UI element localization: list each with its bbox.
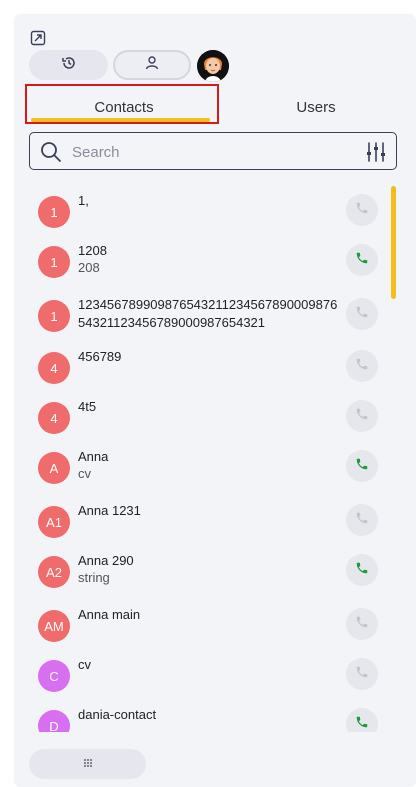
- drag-handle[interactable]: [29, 749, 146, 779]
- contact-row[interactable]: AM Anna main: [28, 606, 388, 656]
- phone-icon: [355, 561, 369, 580]
- call-button[interactable]: [346, 554, 378, 586]
- contact-row[interactable]: Ccv: [28, 656, 388, 706]
- grip-icon: [83, 757, 93, 771]
- tab-users[interactable]: Users: [220, 86, 412, 128]
- contact-subtitle: string: [78, 570, 110, 585]
- contact-row[interactable]: A Anna cv: [28, 448, 388, 498]
- contact-row[interactable]: 4 456789: [28, 348, 388, 398]
- contact-avatar: 4: [38, 402, 70, 434]
- contact-name: Anna 290: [78, 553, 134, 568]
- contact-row[interactable]: 1 123456789909876543211234567890009876543…: [28, 296, 388, 346]
- scrollbar[interactable]: [391, 186, 396, 731]
- history-icon: [61, 55, 77, 76]
- contact-row[interactable]: 4 4t5: [28, 398, 388, 448]
- call-button[interactable]: [346, 658, 378, 690]
- call-button[interactable]: [346, 400, 378, 432]
- call-button[interactable]: [346, 608, 378, 640]
- contact-name: Anna: [78, 449, 109, 464]
- phone-icon: [355, 251, 369, 270]
- call-button[interactable]: [346, 708, 378, 732]
- phone-icon: [355, 715, 369, 733]
- phone-icon: [355, 615, 369, 634]
- search-input[interactable]: [70, 140, 354, 164]
- contact-avatar: 1: [38, 196, 70, 228]
- phone-icon: [355, 357, 369, 376]
- tab-bar: Contacts Users: [25, 84, 412, 130]
- contact-list[interactable]: 1 1, 1 1208 208 1 1234567899098765432112345678…: [28, 182, 388, 732]
- contact-row[interactable]: 1 1208 208: [28, 242, 388, 292]
- person-icon: [144, 55, 160, 76]
- contact-avatar: 1: [38, 246, 70, 278]
- contact-avatar: A: [38, 452, 70, 484]
- call-button[interactable]: [346, 244, 378, 276]
- contact-subtitle: cv: [78, 466, 91, 481]
- phone-icon: [355, 201, 369, 220]
- call-button[interactable]: [346, 194, 378, 226]
- contacts-mode-button[interactable]: [113, 50, 191, 80]
- contact-avatar: A1: [38, 506, 70, 538]
- contact-row[interactable]: A1 Anna 1231: [28, 502, 388, 552]
- call-button[interactable]: [346, 298, 378, 330]
- contact-name: Anna 1231: [78, 503, 141, 518]
- contact-avatar: 1: [38, 300, 70, 332]
- contact-name: cv: [78, 657, 91, 672]
- contact-name: 1234567899098765432112345678900098765432…: [78, 297, 338, 330]
- contact-name: Anna main: [78, 607, 141, 622]
- contact-row[interactable]: Ddania-contact: [28, 706, 388, 732]
- phone-panel: Contacts Users 11,1120820811234567899098…: [14, 14, 416, 787]
- call-button[interactable]: [346, 450, 378, 482]
- contact-name: 1208: [78, 243, 107, 258]
- contact-name: 4t5: [78, 399, 97, 414]
- user-avatar[interactable]: [197, 50, 229, 82]
- contact-avatar: 4: [38, 352, 70, 384]
- call-button[interactable]: [346, 350, 378, 382]
- search-icon: [40, 141, 62, 163]
- contact-name: 1,: [78, 193, 89, 208]
- contact-subtitle: 208: [78, 260, 100, 275]
- contact-row[interactable]: A2 Anna 290 string: [28, 552, 388, 602]
- search-box: [29, 132, 397, 170]
- contact-avatar: C: [38, 660, 70, 692]
- contact-name: dania-contact: [78, 707, 157, 722]
- contact-avatar: A2: [38, 556, 70, 588]
- contact-avatar: D: [38, 710, 70, 732]
- tab-users-label: Users: [296, 98, 336, 116]
- contact-row[interactable]: 1 1,: [28, 192, 388, 242]
- contact-name: 456789: [78, 349, 122, 364]
- scrollbar-thumb[interactable]: [391, 186, 396, 299]
- expand-icon[interactable]: [30, 30, 46, 46]
- tab-highlight-box: [25, 84, 219, 124]
- contact-avatar: AM: [38, 610, 70, 642]
- phone-icon: [355, 457, 369, 476]
- phone-icon: [355, 665, 369, 684]
- history-button[interactable]: [29, 50, 108, 80]
- filter-sliders-icon[interactable]: [365, 141, 387, 163]
- phone-icon: [355, 305, 369, 324]
- call-button[interactable]: [346, 504, 378, 536]
- phone-icon: [355, 511, 369, 530]
- phone-icon: [355, 407, 369, 426]
